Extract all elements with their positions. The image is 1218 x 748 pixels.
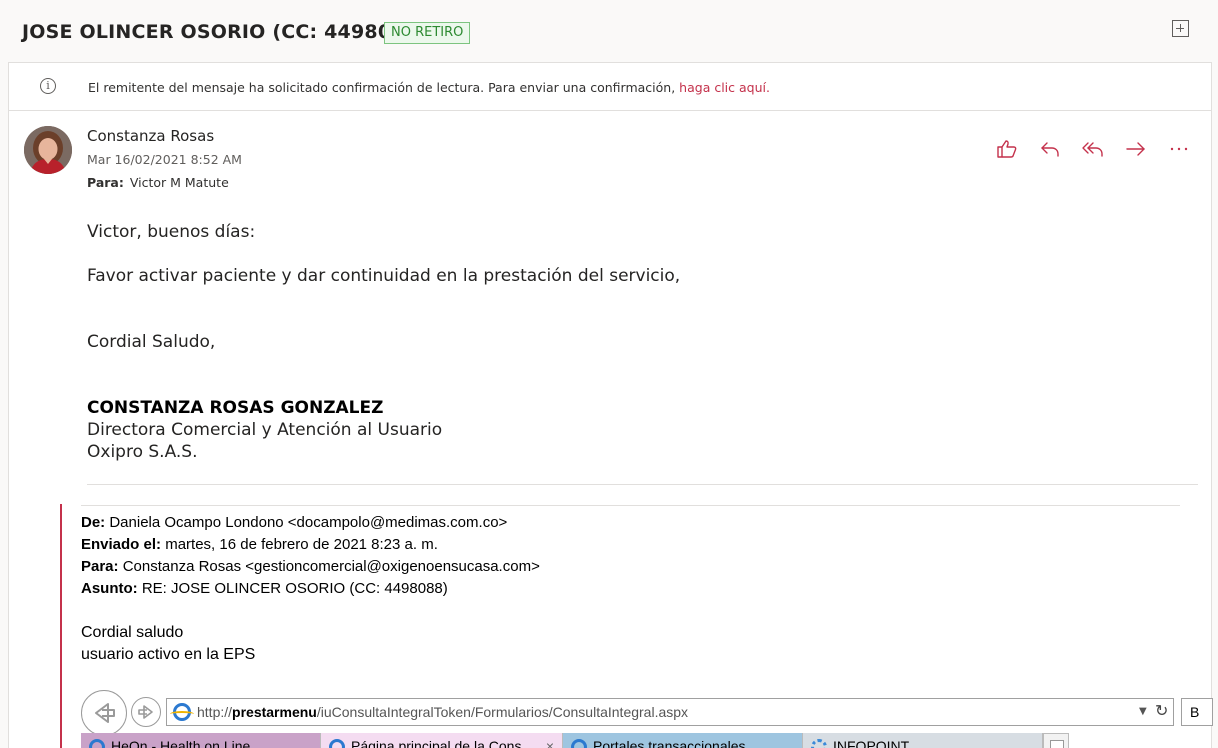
browser-tab-label: INFOPOINT xyxy=(833,738,910,748)
send-receipt-link[interactable]: haga clic aquí. xyxy=(679,80,770,95)
to-label: Para: xyxy=(87,175,124,190)
browser-tab-label: Página principal de la Cons xyxy=(351,738,522,748)
subject-bar: JOSE OLINCER OSORIO (CC: 4498088) NO RET… xyxy=(0,0,1218,62)
forward-arrow-icon xyxy=(131,697,161,727)
ie-tab-icon xyxy=(89,739,105,748)
close-icon: × xyxy=(545,738,554,748)
browser-tab-portales: Portales transaccionales xyxy=(563,733,803,748)
quoted-subject: Asunto: RE: JOSE OLINCER OSORIO (CC: 449… xyxy=(81,580,448,597)
quoted-sent: Enviado el: martes, 16 de febrero de 202… xyxy=(81,536,438,553)
body-line-1: Favor activar paciente y dar continuidad… xyxy=(87,266,681,286)
signature-company: Oxipro S.A.S. xyxy=(87,442,198,462)
recipient-name[interactable]: Victor M Matute xyxy=(130,175,229,190)
quoted-from: De: Daniela Ocampo Londono <docampolo@me… xyxy=(81,514,507,531)
quoted-sent-label: Enviado el: xyxy=(81,536,162,553)
new-tab-icon xyxy=(1043,733,1069,748)
reading-pane: i El remitente del mensaje ha solicitado… xyxy=(8,62,1213,748)
url-prefix: http:// xyxy=(197,704,233,720)
more-icon[interactable] xyxy=(1167,137,1191,161)
dropdown-arrow-icon: ▼ xyxy=(1139,706,1147,717)
info-icon: i xyxy=(40,78,56,94)
like-icon[interactable] xyxy=(995,137,1019,161)
quoted-to: Para: Constanza Rosas <gestioncomercial@… xyxy=(81,558,540,575)
reply-icon[interactable] xyxy=(1038,137,1062,161)
search-box-partial: B xyxy=(1181,698,1213,726)
signature-title: Directora Comercial y Atención al Usuari… xyxy=(87,420,443,440)
browser-tab-label: Portales transaccionales xyxy=(593,738,746,748)
reply-all-icon[interactable] xyxy=(1081,137,1105,161)
quoted-from-label: De: xyxy=(81,514,106,531)
expand-square-icon[interactable] xyxy=(1172,20,1189,37)
quote-divider xyxy=(81,505,1180,506)
read-receipt-text: El remitente del mensaje ha solicitado c… xyxy=(88,80,770,95)
divider xyxy=(87,484,1198,485)
ie-tab-icon xyxy=(571,739,587,748)
read-receipt-bar: i El remitente del mensaje ha solicitado… xyxy=(9,63,1211,111)
sender-avatar[interactable] xyxy=(24,126,72,174)
back-arrow-icon xyxy=(81,690,127,736)
email-subject: JOSE OLINCER OSORIO (CC: 4498088) xyxy=(22,21,427,43)
quoted-from-value: Daniela Ocampo Londono <docampolo@medima… xyxy=(109,514,508,531)
url-path: /iuConsultaIntegralToken/Formularios/Con… xyxy=(316,704,689,720)
url-host: prestarmenu xyxy=(232,704,317,720)
quoted-to-label: Para: xyxy=(81,558,119,575)
quoted-subject-value: RE: JOSE OLINCER OSORIO (CC: 4498088) xyxy=(141,580,448,597)
sender-name[interactable]: Constanza Rosas xyxy=(87,127,214,145)
ie-logo-icon xyxy=(170,703,194,721)
browser-tab-pagina-principal: Página principal de la Cons × xyxy=(321,733,563,748)
quoted-body-1: Cordial saludo xyxy=(81,624,184,641)
browser-tab-heon: HeOn - Health on Line xyxy=(81,733,321,748)
gear-tab-icon xyxy=(811,739,827,748)
quote-bar xyxy=(60,504,62,748)
address-url: http://prestarmenu/iuConsultaIntegralTok… xyxy=(197,704,688,720)
quoted-body-2: usuario activo en la EPS xyxy=(81,646,256,663)
browser-tab-label: HeOn - Health on Line xyxy=(111,738,251,748)
category-tag[interactable]: NO RETIRO xyxy=(384,22,471,44)
recipient-line: Para: Victor M Matute xyxy=(87,175,229,190)
body-greeting: Victor, buenos días: xyxy=(87,222,256,242)
quoted-subject-label: Asunto: xyxy=(81,580,138,597)
embedded-browser-screenshot: http://prestarmenu/iuConsultaIntegralTok… xyxy=(81,685,1213,748)
quoted-to-value: Constanza Rosas <gestioncomercial@oxigen… xyxy=(122,558,540,575)
read-receipt-message: El remitente del mensaje ha solicitado c… xyxy=(88,80,680,95)
address-bar: http://prestarmenu/iuConsultaIntegralTok… xyxy=(166,698,1174,726)
ie-tab-icon xyxy=(329,739,345,748)
forward-icon[interactable] xyxy=(1124,137,1148,161)
refresh-icon: ↻ xyxy=(1155,701,1169,720)
signature-name: CONSTANZA ROSAS GONZALEZ xyxy=(87,398,384,418)
browser-tab-infopoint: INFOPOINT xyxy=(803,733,1043,748)
quoted-sent-value: martes, 16 de febrero de 2021 8:23 a. m. xyxy=(165,536,438,553)
body-closing: Cordial Saludo, xyxy=(87,332,216,352)
sent-date: Mar 16/02/2021 8:52 AM xyxy=(87,152,242,167)
browser-tabs: HeOn - Health on Line Página principal d… xyxy=(81,733,1071,748)
